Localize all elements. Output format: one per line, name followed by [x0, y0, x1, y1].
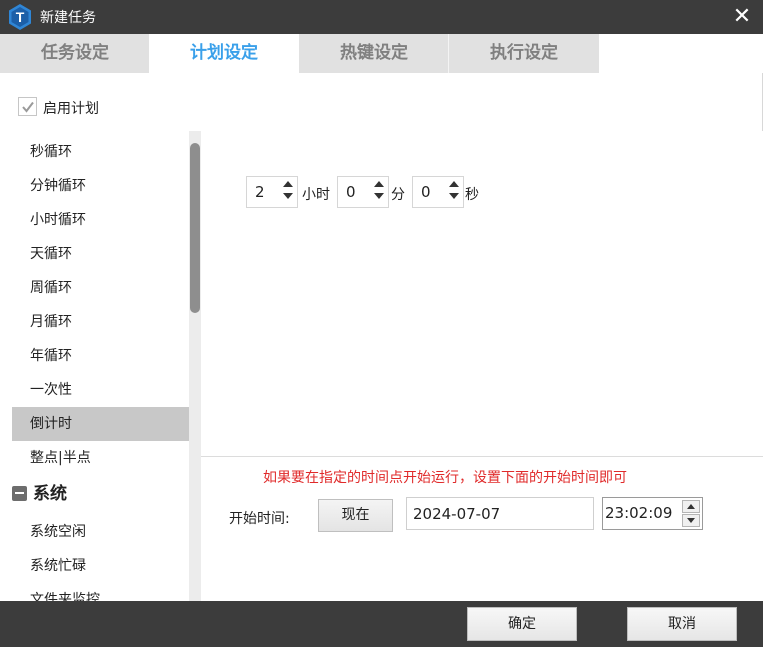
list-item-day-loop[interactable]: 天循环 [12, 237, 190, 271]
svg-text:T: T [16, 9, 25, 25]
schedule-type-list: 秒循环 分钟循环 小时循环 天循环 周循环 月循环 年循环 一次性 倒计时 整点… [12, 131, 190, 601]
enable-schedule-label: 启用计划 [43, 101, 99, 117]
collapse-icon[interactable] [12, 486, 27, 501]
ok-button[interactable]: 确定 [467, 607, 577, 641]
seconds-down-arrow-icon[interactable] [449, 193, 459, 199]
list-item-month-loop[interactable]: 月循环 [12, 305, 190, 339]
hours-spinbox[interactable]: 2 [246, 176, 298, 208]
start-time-field[interactable]: 23:02:09 [602, 497, 703, 530]
now-button[interactable]: 现在 [318, 499, 393, 532]
list-item-year-loop[interactable]: 年循环 [12, 339, 190, 373]
start-time-value: 23:02:09 [605, 504, 673, 522]
tab-execution-settings[interactable]: 执行设定 [449, 34, 599, 73]
list-item-countdown[interactable]: 倒计时 [12, 407, 190, 441]
seconds-spinbox[interactable]: 0 [412, 176, 464, 208]
list-item-second-loop[interactable]: 秒循环 [12, 135, 190, 169]
list-item-week-loop[interactable]: 周循环 [12, 271, 190, 305]
time-stepper[interactable] [682, 500, 700, 527]
hours-value: 2 [255, 183, 265, 201]
time-down-button[interactable] [682, 514, 700, 527]
seconds-up-arrow-icon[interactable] [449, 181, 459, 187]
close-button[interactable]: ✕ [727, 3, 757, 31]
enable-schedule-checkbox[interactable] [18, 97, 37, 116]
tab-schedule-settings[interactable]: 计划设定 [149, 34, 299, 73]
scrollbar-thumb[interactable] [190, 143, 200, 313]
minutes-down-arrow-icon[interactable] [374, 193, 384, 199]
window-title: 新建任务 [40, 10, 96, 26]
list-item-one-time[interactable]: 一次性 [12, 373, 190, 407]
time-up-button[interactable] [682, 500, 700, 513]
chevron-down-icon [687, 518, 695, 523]
tab-task-settings[interactable]: 任务设定 [0, 34, 150, 73]
list-item-system-idle[interactable]: 系统空闲 [12, 515, 190, 549]
list-item-hour-loop[interactable]: 小时循环 [12, 203, 190, 237]
seconds-value: 0 [421, 183, 431, 201]
schedule-detail-panel: 2 小时 0 分 0 秒 如果要在指定的时间点开始运行，设置下面的开始时间即可 [201, 131, 763, 601]
list-scrollbar[interactable] [189, 131, 201, 601]
minutes-unit-label: 分 [391, 187, 405, 203]
hours-unit-label: 小时 [302, 187, 330, 203]
list-item-minute-loop[interactable]: 分钟循环 [12, 169, 190, 203]
group-label-system: 系统 [33, 484, 67, 504]
seconds-unit-label: 秒 [465, 187, 479, 203]
chevron-up-icon [687, 504, 695, 509]
start-time-hint: 如果要在指定的时间点开始运行，设置下面的开始时间即可 [263, 470, 627, 486]
main-panel: 启用计划 秒循环 分钟循环 小时循环 天循环 周循环 月循环 年循环 一次性 倒… [0, 73, 763, 601]
list-item-system-busy[interactable]: 系统忙碌 [12, 549, 190, 583]
tab-bar: 任务设定 计划设定 热键设定 执行设定 [0, 34, 763, 73]
footer-bar: 确定 取消 [0, 601, 763, 647]
hours-stepper[interactable] [283, 181, 295, 205]
minutes-value: 0 [346, 183, 356, 201]
minutes-spinbox[interactable]: 0 [337, 176, 389, 208]
hours-up-arrow-icon[interactable] [283, 181, 293, 187]
title-bar: T 新建任务 ✕ [0, 0, 763, 34]
seconds-stepper[interactable] [449, 181, 461, 205]
start-date-field[interactable] [406, 497, 594, 530]
close-icon: ✕ [732, 4, 752, 29]
group-header-system[interactable]: 系统 [12, 477, 190, 511]
list-item-hour-half-hour[interactable]: 整点|半点 [12, 441, 190, 475]
section-divider [201, 456, 763, 457]
start-time-label: 开始时间: [229, 511, 290, 527]
minutes-stepper[interactable] [374, 181, 386, 205]
tab-hotkey-settings[interactable]: 热键设定 [299, 34, 449, 73]
hours-down-arrow-icon[interactable] [283, 193, 293, 199]
list-item-folder-monitor[interactable]: 文件夹监控 [12, 583, 190, 601]
t-logo-icon: T [6, 3, 34, 31]
checkmark-icon [22, 101, 34, 113]
minutes-up-arrow-icon[interactable] [374, 181, 384, 187]
cancel-button[interactable]: 取消 [627, 607, 737, 641]
